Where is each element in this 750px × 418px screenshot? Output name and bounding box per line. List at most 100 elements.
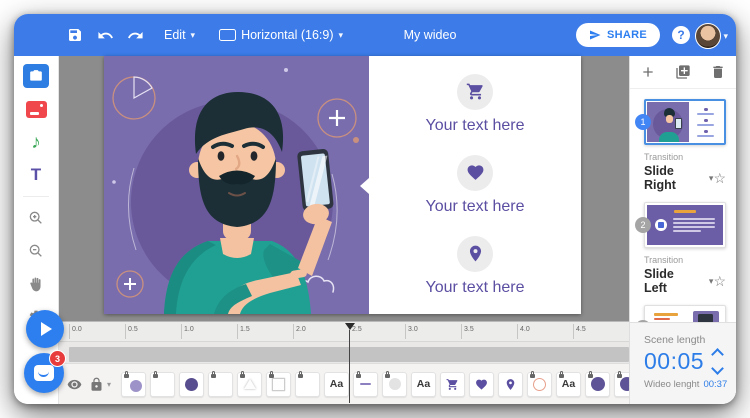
ruler-tick: 3.5: [461, 324, 474, 339]
layer-thumbnail-empty[interactable]: [295, 372, 320, 397]
video-length-label: Wideo lenght: [644, 379, 699, 390]
video-length-value: 00:37: [703, 379, 727, 390]
menu-icon[interactable]: [29, 14, 46, 56]
ruler-tick: 1.5: [237, 324, 250, 339]
save-button[interactable]: [60, 14, 90, 56]
increment-icon[interactable]: [711, 348, 724, 361]
format-selector[interactable]: Horizontal (16:9) ▾: [219, 28, 343, 42]
chevron-down-icon: ▾: [338, 30, 343, 41]
cart-icon: [457, 74, 493, 110]
slide-1-thumbnail[interactable]: [644, 99, 726, 145]
playhead[interactable]: [344, 323, 355, 403]
layer-thumbnail-text[interactable]: Aa: [556, 372, 581, 397]
man-with-phone-illustration: [104, 56, 369, 314]
canvas-text[interactable]: Your text here: [425, 198, 524, 216]
ruler-tick: 4.0: [517, 324, 530, 339]
tool-scenes[interactable]: [23, 64, 49, 88]
eye-icon[interactable]: [67, 377, 82, 392]
tool-images[interactable]: [23, 97, 49, 121]
mini-lock-icon: [617, 374, 622, 378]
layer-thumbnail-cart[interactable]: [440, 372, 465, 397]
ruler-tick: 3.0: [405, 324, 418, 339]
account-menu[interactable]: ▾: [695, 23, 728, 49]
canvas-text[interactable]: Your text here: [425, 279, 524, 297]
layer-thumbnail-empty[interactable]: [150, 372, 175, 397]
canvas[interactable]: Your text here Your text here: [104, 56, 581, 314]
transition-control: Transition Slide Left ▾ ☆: [644, 255, 726, 295]
duplicate-slide-icon[interactable]: [675, 64, 691, 80]
canvas-text-block[interactable]: Your text here: [425, 68, 524, 141]
redo-button[interactable]: [120, 14, 150, 56]
slide-number-badge: 1: [635, 114, 651, 130]
star-icon[interactable]: ☆: [713, 170, 726, 187]
layer-thumbnail-purple-circle[interactable]: [585, 372, 610, 397]
layer-thumbnail-triangle[interactable]: [237, 372, 262, 397]
timeline: 0.00.51.01.52.02.53.03.54.04.55.0 ▾ AaAa…: [59, 321, 629, 404]
layer-thumbnail-gray-circle[interactable]: [382, 372, 407, 397]
format-selector-label: Horizontal (16:9): [241, 28, 333, 42]
redo-icon: [127, 27, 144, 44]
pin-icon: [457, 236, 493, 272]
transition-label: Transition: [644, 152, 726, 162]
help-button[interactable]: ?: [672, 26, 690, 44]
workspace: Your text here Your text here: [59, 56, 629, 321]
tool-music[interactable]: ♪: [23, 130, 49, 154]
edit-menu[interactable]: Edit ▾: [164, 28, 195, 42]
playhead-line: [349, 330, 350, 403]
tool-text[interactable]: T: [23, 163, 49, 187]
scene-length-value: 00:05: [644, 348, 704, 375]
layer-thumbnail-orange-ring[interactable]: [527, 372, 552, 397]
layer-thumbnail-purple-blob[interactable]: [121, 372, 146, 397]
add-slide-icon[interactable]: [640, 64, 656, 80]
camera-icon: [29, 69, 43, 83]
project-title[interactable]: My wideo: [404, 28, 457, 42]
canvas-text-block[interactable]: Your text here: [425, 149, 524, 222]
layer-thumbnail-dash[interactable]: [353, 372, 378, 397]
delete-slide-icon[interactable]: [710, 64, 726, 80]
chat-support-button[interactable]: 3: [24, 353, 64, 393]
star-icon[interactable]: ☆: [713, 273, 726, 290]
mini-lock-icon: [269, 374, 274, 378]
play-icon: [41, 322, 52, 336]
slide-3-preview: [647, 308, 723, 322]
canvas-text-block[interactable]: Your text here: [425, 230, 524, 303]
layer-thumbnail-empty[interactable]: [208, 372, 233, 397]
layer-thumbnail-square[interactable]: [266, 372, 291, 397]
canvas-illustration[interactable]: [104, 56, 369, 314]
lock-icon[interactable]: [89, 377, 104, 392]
slide-2-thumbnail[interactable]: [644, 202, 726, 248]
layer-thumbnail-pin[interactable]: [498, 372, 523, 397]
decrement-icon[interactable]: [711, 362, 724, 375]
slide-1-preview-text: [689, 102, 723, 142]
slide-3-thumbnail[interactable]: [644, 305, 726, 322]
undo-button[interactable]: [90, 14, 120, 56]
chevron-down-icon[interactable]: ▾: [107, 380, 111, 389]
layer-thumbnail-purple-circle[interactable]: [614, 372, 629, 397]
mini-lock-icon: [588, 374, 593, 378]
scene-length-stepper: [713, 350, 722, 373]
slides-toolbar: [630, 56, 736, 89]
layer-thumbnail-text[interactable]: Aa: [411, 372, 436, 397]
app-window: Edit ▾ Horizontal (16:9) ▾ My wideo SHAR…: [14, 14, 736, 404]
ruler-tick: 1.0: [181, 324, 194, 339]
ruler-tick: 4.5: [573, 324, 586, 339]
slide-1-preview-illustration: [647, 102, 689, 142]
tool-zoom-in[interactable]: [23, 206, 49, 230]
slide-row: 2: [644, 202, 726, 248]
slide-2-preview: [647, 205, 723, 245]
slide-row: 3: [644, 305, 726, 322]
ruler-tick: 0.0: [69, 324, 82, 339]
tool-zoom-out[interactable]: [23, 239, 49, 263]
layer-thumbnail-dark-circle[interactable]: [179, 372, 204, 397]
play-button[interactable]: [26, 310, 64, 348]
ruler-tick: 0.5: [125, 324, 138, 339]
canvas-text[interactable]: Your text here: [425, 117, 524, 135]
edit-menu-label: Edit: [164, 28, 186, 42]
tool-pan[interactable]: [23, 272, 49, 296]
ruler-tick: 2.0: [293, 324, 306, 339]
share-button[interactable]: SHARE: [576, 23, 660, 47]
layer-thumbnail-heart[interactable]: [469, 372, 494, 397]
transition-select[interactable]: Slide Left: [644, 267, 699, 295]
transition-select[interactable]: Slide Right: [644, 164, 699, 192]
mini-lock-icon: [298, 374, 303, 378]
